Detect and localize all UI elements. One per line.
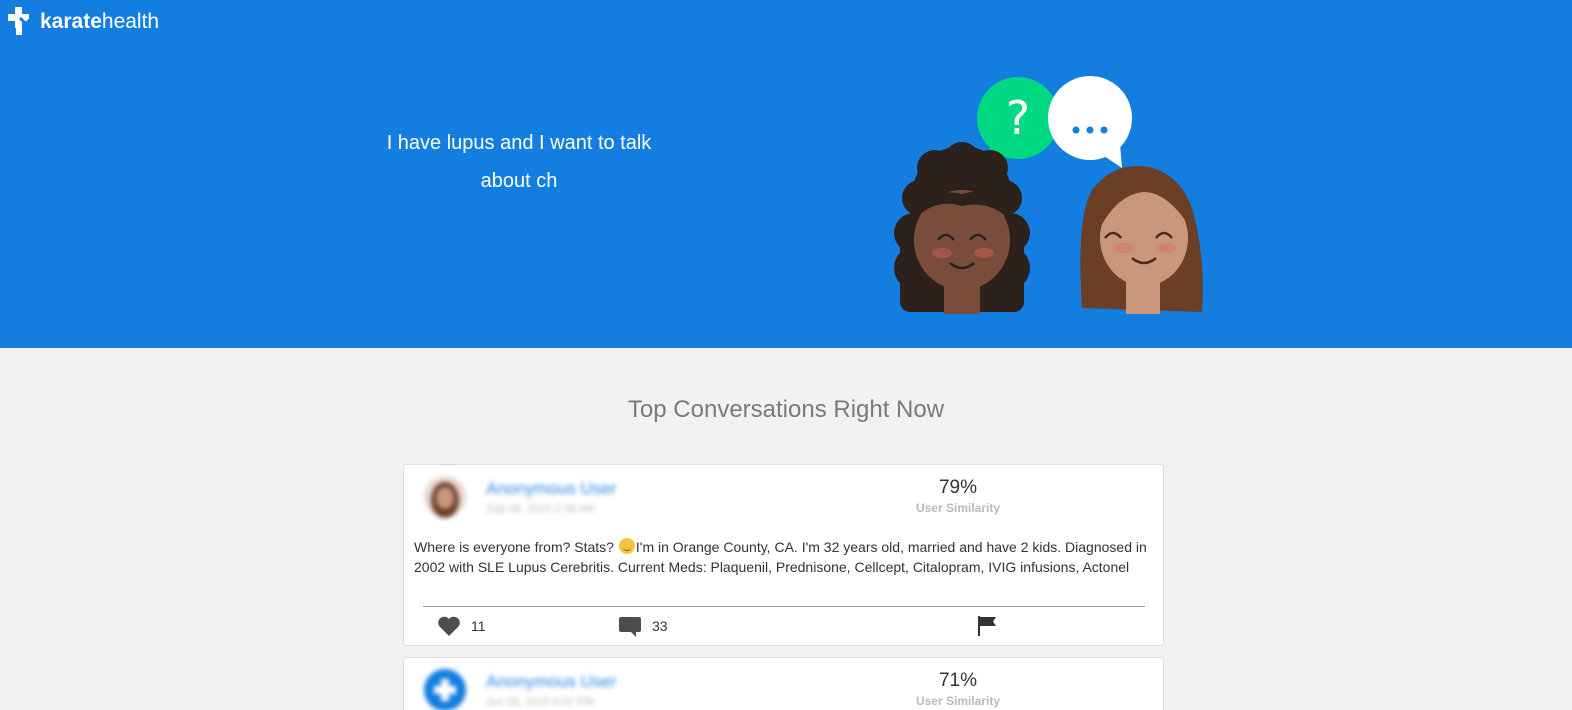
flag-button[interactable] (976, 615, 998, 637)
conversation-search-input[interactable]: I have lupus and I want to talk about ch (360, 124, 678, 204)
section-title: Top Conversations Right Now (627, 396, 945, 423)
comment-count: 33 (652, 618, 668, 634)
card-divider (423, 606, 1145, 607)
user-similarity: 79% User Similarity (884, 477, 1032, 515)
post-date: Jun 08, 2015 6:02 PM (486, 696, 594, 708)
avatar[interactable] (424, 476, 466, 518)
user-name[interactable]: Anonymous User (486, 479, 616, 499)
left-person-avatar (894, 142, 1030, 314)
post-date: Sep 08, 2015 2:36 AM (486, 503, 595, 515)
logo-word-light: health (101, 9, 160, 33)
comment-icon (619, 617, 641, 637)
avatar[interactable] (424, 669, 466, 710)
like-button[interactable]: 11 (437, 615, 486, 637)
post-body[interactable]: Where is everyone from? Stats? I'm in Or… (414, 537, 1158, 577)
people-talking-illustration: ? (894, 76, 1203, 314)
conversation-card[interactable]: Anonymous User Sep 08, 2015 2:36 AM 79% … (403, 464, 1164, 646)
svg-text:?: ? (1006, 91, 1030, 145)
similarity-label: User Similarity (915, 694, 1001, 708)
ellipsis-bubble-icon (1048, 76, 1132, 168)
karatehealth-logo[interactable]: karatehealth (6, 6, 159, 36)
logo-word-bold: karate (40, 9, 102, 33)
right-person-avatar (1080, 165, 1203, 314)
user-name[interactable]: Anonymous User (486, 672, 616, 692)
hero-banner: karatehealth I have lupus and I want to … (0, 0, 1572, 348)
smiling-face-icon (618, 538, 635, 554)
heart-icon (438, 616, 460, 636)
user-similarity: 71% User Similarity (884, 670, 1032, 708)
post-text-start: Where is everyone from? Stats? (414, 539, 618, 555)
flag-icon (978, 616, 996, 636)
similarity-percent: 79% (938, 477, 978, 498)
like-count: 11 (471, 618, 486, 634)
similarity-percent: 71% (938, 670, 978, 691)
comment-button[interactable]: 33 (618, 615, 668, 637)
conversation-card[interactable]: Anonymous User Jun 08, 2015 6:02 PM 71% … (403, 657, 1164, 710)
similarity-label: User Similarity (915, 501, 1001, 515)
logo-cross-icon (8, 7, 36, 35)
